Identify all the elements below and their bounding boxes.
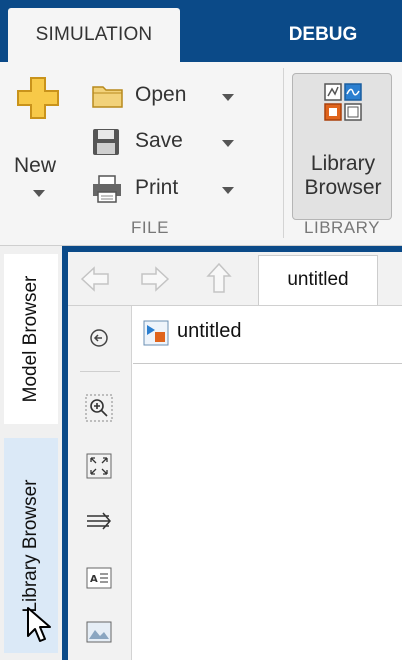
new-button[interactable]: New [8,68,70,216]
chevron-down-icon [222,140,234,147]
back-arrow-icon[interactable] [80,266,110,292]
print-button[interactable]: Print [88,173,248,207]
section-divider [283,68,284,238]
tab-debug[interactable]: DEBUG [268,8,378,62]
fit-to-view-icon[interactable] [81,448,117,484]
save-button[interactable]: Save [88,126,248,160]
plus-icon [17,77,59,119]
model-browser-label: Model Browser [20,275,41,403]
library-section-label: LIBRARY [304,218,380,237]
toolstrip-ribbon: New Open Save Print FILE Library Browser… [0,62,402,246]
image-icon[interactable] [81,614,117,650]
file-section-label: FILE [131,218,169,237]
hide-browser-icon[interactable] [81,320,117,356]
new-label: New [14,154,57,177]
library-label-line2: Browser [304,176,382,199]
forward-arrow-icon[interactable] [140,266,170,292]
library-label-line1: Library [310,152,376,175]
save-label: Save [135,129,183,152]
palette-divider [80,371,120,372]
open-label: Open [135,83,187,106]
chevron-down-icon [222,187,234,194]
tab-simulation[interactable]: SIMULATION [8,8,180,62]
text-annotation-icon[interactable]: A [81,560,117,596]
folder-icon [92,86,123,108]
model-icon [143,320,169,346]
zoom-icon[interactable] [81,390,117,426]
library-browser-button[interactable]: Library Browser [292,73,392,220]
library-browser-icon [324,83,362,121]
floppy-disk-icon [93,129,119,155]
chevron-down-icon [222,94,234,101]
up-arrow-icon[interactable] [206,262,232,294]
tab-model-untitled[interactable]: untitled [258,255,378,305]
side-tab-panel: Model Browser Library Browser [0,246,62,660]
chevron-down-icon [33,190,45,197]
svg-text:A: A [90,574,98,585]
library-browser-label: Library Browser [20,478,41,613]
signal-arrow-icon[interactable] [81,503,117,539]
print-label: Print [135,176,179,199]
breadcrumb [133,306,402,364]
printer-icon [93,175,121,203]
open-button[interactable]: Open [88,80,248,114]
mouse-cursor-icon [27,607,51,642]
breadcrumb-model-name[interactable]: untitled [177,320,242,343]
tab-model-browser[interactable]: Model Browser [4,254,58,424]
